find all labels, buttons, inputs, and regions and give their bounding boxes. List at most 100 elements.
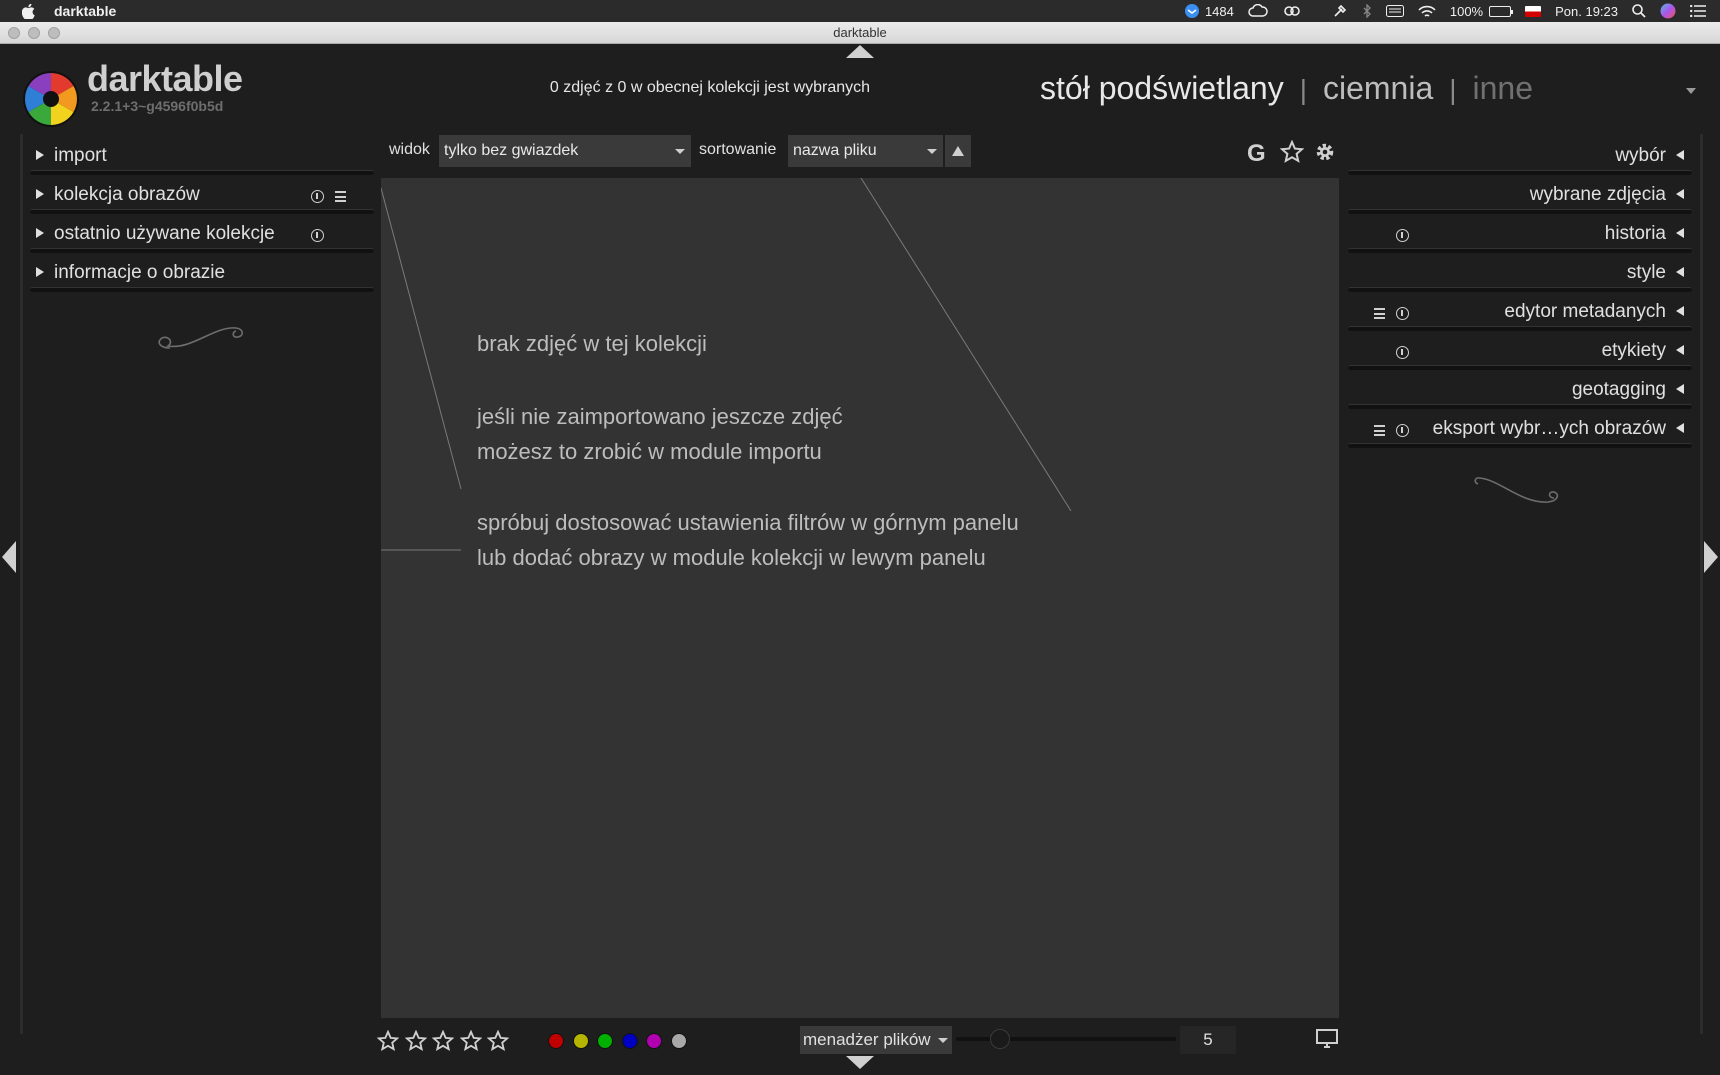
keyboard-icon[interactable] (1385, 5, 1404, 17)
module-recently-used-collections[interactable]: ostatnio używane kolekcje (30, 214, 374, 253)
sort-direction-button[interactable] (945, 135, 971, 167)
view-filter-label: widok (389, 141, 430, 158)
view-filter-value: tylko bez gwiazdek (444, 142, 579, 159)
module-collect-images[interactable]: kolekcja obrazów (30, 175, 374, 214)
creative-cloud-icon[interactable] (1282, 4, 1302, 18)
module-select[interactable]: wybór (1348, 136, 1692, 175)
sort-value: nazwa pliku (793, 142, 877, 159)
lighttable-center[interactable]: brak zdjęć w tej kolekcji jeśli nie zaim… (381, 178, 1339, 1018)
color-label-red-button[interactable] (548, 1033, 564, 1049)
reset-icon[interactable] (1396, 307, 1409, 320)
expand-arrow-icon (1676, 423, 1684, 433)
reset-icon[interactable] (311, 190, 324, 203)
window-title: darktable (833, 25, 887, 40)
module-export-selected[interactable]: eksport wybr…ych obrazów (1348, 409, 1692, 448)
top-panel-toggle-arrow[interactable] (846, 45, 874, 58)
layout-value: menadżer plików (803, 1030, 931, 1049)
color-label-gray-button[interactable] (670, 1033, 687, 1049)
mail-icon[interactable] (1184, 4, 1199, 18)
chevron-down-icon (938, 1038, 948, 1043)
presets-icon[interactable] (1374, 425, 1385, 436)
module-label: informacje o obrazie (54, 262, 226, 283)
module-styles[interactable]: style (1348, 253, 1692, 292)
grouping-icon[interactable]: G (1247, 140, 1266, 168)
minimize-window-button[interactable] (28, 27, 40, 39)
sync-icon[interactable] (1248, 4, 1268, 18)
views-dropdown-icon[interactable] (1686, 88, 1696, 94)
app-version: 2.2.1+3~g4596f0b5d (91, 98, 224, 114)
view-filter-select[interactable]: tylko bez gwiazdek (439, 135, 691, 167)
right-panel-toggle-arrow[interactable] (1704, 541, 1718, 573)
reset-icon[interactable] (311, 229, 324, 242)
view-lighttable[interactable]: stół podświetlany (1040, 70, 1284, 107)
darktable-window: darktable 2.2.1+3~g4596f0b5d 0 zdjęć z 0… (0, 44, 1720, 1075)
view-other[interactable]: inne (1473, 70, 1534, 107)
module-import[interactable]: import (30, 136, 374, 175)
battery-percent: 100% (1449, 3, 1484, 19)
module-metadata-editor[interactable]: edytor metadanych (1348, 292, 1692, 331)
zoom-slider[interactable] (956, 1037, 1176, 1041)
star-3-icon[interactable] (432, 1030, 454, 1052)
module-history-stack[interactable]: historia (1348, 214, 1692, 253)
module-geotagging[interactable]: geotagging (1348, 370, 1692, 409)
zoom-value-entry[interactable]: 5 (1180, 1026, 1236, 1054)
selection-status: 0 zdjęć z 0 w obecnej kolekcji jest wybr… (549, 79, 871, 96)
window-title-bar[interactable]: darktable (0, 22, 1720, 44)
zoom-slider-handle[interactable] (990, 1029, 1010, 1049)
import-hint-line-1: jeśli nie zaimportowano jeszcze zdjęć (477, 404, 843, 429)
toolbox-icon[interactable] (1332, 3, 1348, 19)
module-label: ostatnio używane kolekcje (54, 223, 275, 244)
zoom-window-button[interactable] (48, 27, 60, 39)
module-label: kolekcja obrazów (54, 184, 200, 205)
color-label-blue-button[interactable] (621, 1033, 638, 1049)
left-panel-toggle-arrow[interactable] (2, 541, 16, 573)
expand-arrow-icon (36, 189, 44, 199)
menubar-app-name[interactable]: darktable (54, 3, 116, 19)
mail-badge-count: 1484 (1204, 3, 1234, 19)
gear-icon[interactable] (1313, 140, 1337, 164)
chevron-down-icon (927, 149, 937, 154)
input-source-flag-icon[interactable] (1525, 5, 1542, 17)
battery-icon[interactable] (1489, 5, 1514, 17)
star-overlay-icon[interactable] (1280, 140, 1304, 164)
star-1-icon[interactable] (377, 1030, 399, 1052)
view-darkroom[interactable]: ciemnia (1323, 70, 1433, 107)
empty-collection-message: brak zdjęć w tej kolekcji (477, 331, 707, 356)
presets-icon[interactable] (335, 191, 346, 202)
module-tagging[interactable]: etykiety (1348, 331, 1692, 370)
bluetooth-icon[interactable] (1362, 4, 1372, 18)
sort-select[interactable]: nazwa pliku (788, 135, 943, 167)
reset-icon[interactable] (1396, 229, 1409, 242)
color-label-yellow-button[interactable] (572, 1033, 589, 1049)
notification-center-icon[interactable] (1690, 5, 1706, 17)
star-5-icon[interactable] (487, 1030, 509, 1052)
star-2-icon[interactable] (404, 1030, 427, 1052)
sort-ascending-icon (952, 146, 964, 156)
display-profile-icon[interactable] (1316, 1029, 1338, 1049)
siri-icon[interactable] (1660, 3, 1676, 19)
module-label: style (1626, 262, 1666, 283)
hint-lines (381, 178, 1072, 551)
module-image-information[interactable]: informacje o obrazie (30, 253, 374, 292)
layout-select[interactable]: menadżer plików (800, 1026, 952, 1054)
reset-icon[interactable] (1396, 346, 1409, 359)
module-label: etykiety (1601, 340, 1666, 361)
reset-icon[interactable] (1396, 424, 1409, 437)
expand-arrow-icon (1676, 267, 1684, 277)
star-4-icon[interactable] (459, 1030, 482, 1052)
wifi-icon[interactable] (1418, 5, 1436, 18)
chevron-down-icon (675, 149, 685, 154)
bottom-panel-toggle-arrow[interactable] (846, 1056, 874, 1069)
view-separator: | (1299, 74, 1307, 105)
menu-bar: darktable 1484 100% Pon. 19:23 (0, 0, 1720, 22)
menubar-clock[interactable]: Pon. 19:23 (1555, 4, 1618, 19)
panel-end-ornament-icon (158, 327, 244, 349)
presets-icon[interactable] (1374, 308, 1385, 319)
darktable-logo (23, 71, 79, 127)
color-label-purple-button[interactable] (646, 1033, 662, 1049)
module-selected-images[interactable]: wybrane zdjęcia (1348, 175, 1692, 214)
spotlight-search-icon[interactable] (1632, 4, 1646, 18)
close-window-button[interactable] (8, 27, 20, 39)
color-label-green-button[interactable] (597, 1033, 613, 1049)
apple-icon[interactable] (20, 3, 36, 19)
